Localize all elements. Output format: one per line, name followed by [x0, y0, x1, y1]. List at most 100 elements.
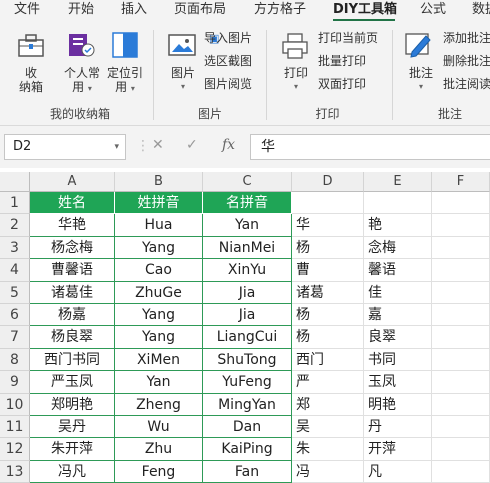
cell-a7[interactable]: 杨良翠: [30, 326, 115, 349]
tab-formulas[interactable]: 公式: [420, 2, 446, 18]
column-header-f[interactable]: F: [432, 172, 490, 192]
cell-a5[interactable]: 诸葛佳: [30, 282, 115, 304]
personal-common-button[interactable]: 个人常 用 ▾: [60, 66, 104, 96]
cell-d8[interactable]: 西门: [292, 349, 364, 371]
tab-file[interactable]: 文件: [14, 2, 40, 18]
row-header-11[interactable]: 11: [0, 416, 30, 438]
locate-reference-button[interactable]: 定位引 用 ▾: [103, 66, 147, 96]
row-header-1[interactable]: 1: [0, 192, 30, 214]
cell-a10[interactable]: 郑明艳: [30, 394, 115, 416]
cell-a4[interactable]: 曹馨语: [30, 259, 115, 282]
batch-print-button[interactable]: 批量打印: [318, 54, 366, 68]
cell-a13[interactable]: 冯凡: [30, 461, 115, 483]
cell-c9[interactable]: YuFeng: [203, 371, 292, 394]
confirm-icon[interactable]: ✓: [186, 137, 198, 153]
cell-c12[interactable]: KaiPing: [203, 438, 292, 461]
cell-e7[interactable]: 良翠: [364, 326, 432, 349]
print-current-page-button[interactable]: 打印当前页: [318, 31, 378, 45]
cell-d6[interactable]: 杨: [292, 304, 364, 326]
column-header-a[interactable]: A: [30, 172, 115, 192]
cell-e2[interactable]: 艳: [364, 214, 432, 237]
image-browse-button[interactable]: 图片阅览: [204, 77, 252, 91]
delete-comment-button[interactable]: 删除批注: [443, 54, 490, 68]
cell-f10[interactable]: [432, 394, 490, 416]
cell-c10[interactable]: MingYan: [203, 394, 292, 416]
cell-f9[interactable]: [432, 371, 490, 394]
cell-d5[interactable]: 诸葛: [292, 282, 364, 304]
cell-b1[interactable]: 姓拼音: [115, 192, 203, 214]
cell-a11[interactable]: 吴丹: [30, 416, 115, 438]
insert-function-icon[interactable]: fx: [222, 137, 235, 153]
cell-f7[interactable]: [432, 326, 490, 349]
cell-b8[interactable]: XiMen: [115, 349, 203, 371]
tab-insert[interactable]: 插入: [121, 2, 147, 18]
import-image-button[interactable]: 导入图片: [204, 31, 252, 45]
cell-d11[interactable]: 吴: [292, 416, 364, 438]
row-header-4[interactable]: 4: [0, 259, 30, 282]
column-header-d[interactable]: D: [292, 172, 364, 192]
cell-e1[interactable]: [364, 192, 432, 214]
row-header-12[interactable]: 12: [0, 438, 30, 461]
cell-f4[interactable]: [432, 259, 490, 282]
select-all-corner[interactable]: [0, 172, 30, 192]
column-header-b[interactable]: B: [115, 172, 203, 192]
cell-d1[interactable]: [292, 192, 364, 214]
cell-a3[interactable]: 杨念梅: [30, 237, 115, 259]
cell-d13[interactable]: 冯: [292, 461, 364, 483]
row-header-9[interactable]: 9: [0, 371, 30, 394]
cell-c2[interactable]: Yan: [203, 214, 292, 237]
column-header-e[interactable]: E: [364, 172, 432, 192]
cell-e11[interactable]: 丹: [364, 416, 432, 438]
cell-b13[interactable]: Feng: [115, 461, 203, 483]
column-header-c[interactable]: C: [203, 172, 292, 192]
cell-a1[interactable]: 姓名: [30, 192, 115, 214]
cell-e12[interactable]: 开萍: [364, 438, 432, 461]
row-header-13[interactable]: 13: [0, 461, 30, 483]
cell-e13[interactable]: 凡: [364, 461, 432, 483]
cell-c3[interactable]: NianMei: [203, 237, 292, 259]
cell-e4[interactable]: 馨语: [364, 259, 432, 282]
cell-f8[interactable]: [432, 349, 490, 371]
row-header-2[interactable]: 2: [0, 214, 30, 237]
cell-f12[interactable]: [432, 438, 490, 461]
cell-a12[interactable]: 朱开萍: [30, 438, 115, 461]
cell-a9[interactable]: 严玉凤: [30, 371, 115, 394]
cell-d10[interactable]: 郑: [292, 394, 364, 416]
cell-e6[interactable]: 嘉: [364, 304, 432, 326]
cell-c8[interactable]: ShuTong: [203, 349, 292, 371]
row-header-10[interactable]: 10: [0, 394, 30, 416]
cancel-icon[interactable]: ✕: [152, 137, 164, 153]
cell-a2[interactable]: 华艳: [30, 214, 115, 237]
cell-b5[interactable]: ZhuGe: [115, 282, 203, 304]
image-button[interactable]: 图片 ▾: [166, 66, 200, 94]
cell-c1[interactable]: 名拼音: [203, 192, 292, 214]
read-comment-button[interactable]: 批注阅读: [443, 77, 490, 91]
selection-screenshot-button[interactable]: 选区截图: [204, 54, 252, 68]
cell-f13[interactable]: [432, 461, 490, 483]
cell-e5[interactable]: 佳: [364, 282, 432, 304]
row-header-8[interactable]: 8: [0, 349, 30, 371]
cell-d9[interactable]: 严: [292, 371, 364, 394]
cell-e8[interactable]: 书同: [364, 349, 432, 371]
row-header-7[interactable]: 7: [0, 326, 30, 349]
cell-e10[interactable]: 明艳: [364, 394, 432, 416]
tab-page-layout[interactable]: 页面布局: [174, 2, 226, 18]
cell-c13[interactable]: Fan: [203, 461, 292, 483]
name-box[interactable]: D2 ▾: [4, 134, 126, 160]
cell-c4[interactable]: XinYu: [203, 259, 292, 282]
cell-b7[interactable]: Yang: [115, 326, 203, 349]
cell-d3[interactable]: 杨: [292, 237, 364, 259]
cell-c7[interactable]: LiangCui: [203, 326, 292, 349]
cell-b11[interactable]: Wu: [115, 416, 203, 438]
cell-f6[interactable]: [432, 304, 490, 326]
cell-b9[interactable]: Yan: [115, 371, 203, 394]
tab-fangfang[interactable]: 方方格子: [254, 2, 306, 18]
cell-b2[interactable]: Hua: [115, 214, 203, 237]
cell-f3[interactable]: [432, 237, 490, 259]
cell-c6[interactable]: Jia: [203, 304, 292, 326]
cell-f2[interactable]: [432, 214, 490, 237]
cell-f11[interactable]: [432, 416, 490, 438]
cell-e9[interactable]: 玉凤: [364, 371, 432, 394]
cell-b4[interactable]: Cao: [115, 259, 203, 282]
cell-b6[interactable]: Yang: [115, 304, 203, 326]
